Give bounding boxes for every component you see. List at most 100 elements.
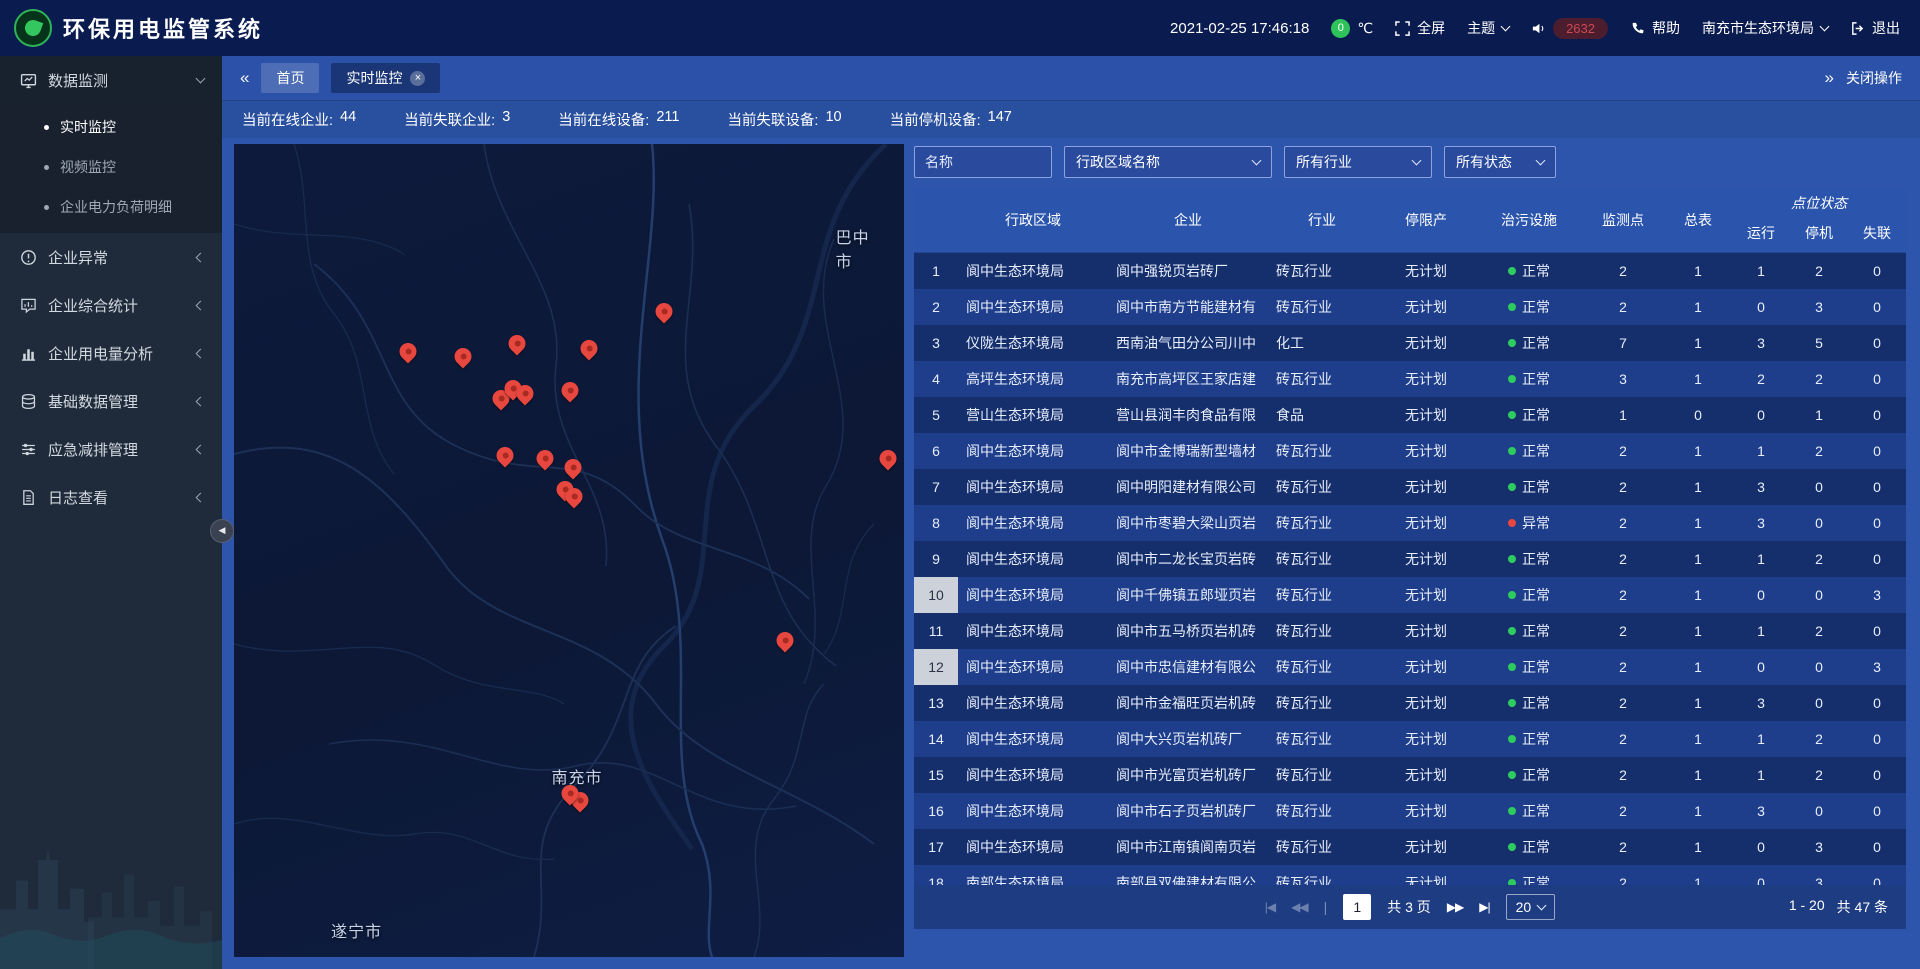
cell-monitor-points: 2	[1582, 793, 1664, 829]
cell-stop-count: 0	[1790, 649, 1848, 685]
cell-total-meters: 1	[1664, 721, 1732, 757]
col-point-status-group-header: 点位状态	[1732, 188, 1906, 214]
cell-industry: 砖瓦行业	[1268, 433, 1376, 469]
sidebar-group-label: 企业异常	[48, 247, 186, 268]
table-row[interactable]: 9阆中生态环境局阆中市二龙长宝页岩砖砖瓦行业无计划正常21120	[914, 541, 1906, 577]
cell-limit-production: 无计划	[1376, 865, 1476, 885]
cell-monitor-points: 2	[1582, 505, 1664, 541]
table-row[interactable]: 18南部生态环境局南部县双佛建材有限公砖瓦行业无计划正常21030	[914, 865, 1906, 885]
col-lost-header: 失联	[1848, 214, 1906, 252]
cell-monitor-points: 2	[1582, 829, 1664, 865]
table-row[interactable]: 16阆中生态环境局阆中市石子页岩机砖厂砖瓦行业无计划正常21300	[914, 793, 1906, 829]
table-row[interactable]: 7阆中生态环境局阆中明阳建材有限公司砖瓦行业无计划正常21300	[914, 469, 1906, 505]
close-tab-icon[interactable]: ×	[410, 71, 425, 86]
page-size-value: 20	[1516, 899, 1532, 915]
cell-pollution-facility: 正常	[1476, 685, 1582, 721]
table-row[interactable]: 11阆中生态环境局阆中市五马桥页岩机砖砖瓦行业无计划正常21120	[914, 613, 1906, 649]
sidebar-group-2[interactable]: 企业综合统计	[0, 281, 222, 329]
bullet-icon	[44, 125, 49, 130]
industry-filter-select[interactable]: 所有行业	[1284, 146, 1432, 178]
sidebar-item-0-2[interactable]: 企业电力负荷明细	[0, 187, 222, 227]
prev-page-button[interactable]: ◀◀	[1291, 900, 1307, 914]
status-filter-select[interactable]: 所有状态	[1444, 146, 1556, 178]
cell-total-meters: 1	[1664, 469, 1732, 505]
sidebar-group-0[interactable]: 数据监测	[0, 56, 222, 104]
region-filter-select[interactable]: 行政区域名称	[1064, 146, 1272, 178]
table-row[interactable]: 10阆中生态环境局阆中千佛镇五郎垭页岩砖瓦行业无计划正常21003	[914, 577, 1906, 613]
main-area: 数据监测实时监控视频监控企业电力负荷明细企业异常企业综合统计企业用电量分析基础数…	[0, 56, 1920, 969]
table-row[interactable]: 13阆中生态环境局阆中市金福旺页岩机砖砖瓦行业无计划正常21300	[914, 685, 1906, 721]
table-row[interactable]: 6阆中生态环境局阆中市金博瑞新型墙材砖瓦行业无计划正常21120	[914, 433, 1906, 469]
sidebar-group-5[interactable]: 应急减排管理	[0, 425, 222, 473]
tab-home[interactable]: 首页	[261, 63, 319, 93]
first-page-button[interactable]: |◀	[1265, 900, 1275, 914]
cell-industry: 砖瓦行业	[1268, 613, 1376, 649]
status-ok-icon	[1508, 627, 1516, 635]
table-row[interactable]: 3仪陇生态环境局西南油气田分公司川中化工无计划正常71350	[914, 325, 1906, 361]
help-button[interactable]: 帮助	[1630, 18, 1680, 38]
col-limit-header: 停限产	[1376, 188, 1476, 252]
table-row[interactable]: 5营山生态环境局营山县润丰肉食品有限食品无计划正常10010	[914, 397, 1906, 433]
theme-label: 主题	[1467, 18, 1495, 38]
fullscreen-button[interactable]: 全屏	[1395, 18, 1445, 38]
table-row[interactable]: 15阆中生态环境局阆中市光富页岩机砖厂砖瓦行业无计划正常21120	[914, 757, 1906, 793]
cell-lost-count: 0	[1848, 433, 1906, 469]
stat-item-3: 当前失联设备:10	[727, 109, 841, 130]
cell-total-meters: 1	[1664, 757, 1732, 793]
cell-pollution-facility: 正常	[1476, 613, 1582, 649]
cell-index: 5	[914, 397, 958, 433]
cell-pollution-facility: 正常	[1476, 253, 1582, 289]
cell-monitor-points: 2	[1582, 757, 1664, 793]
alarm-indicator[interactable]: 2632	[1531, 18, 1608, 39]
cell-total-meters: 1	[1664, 577, 1732, 613]
table-row[interactable]: 12阆中生态环境局阆中市忠信建材有限公砖瓦行业无计划正常21003	[914, 649, 1906, 685]
cell-region: 南部生态环境局	[958, 865, 1108, 885]
sidebar-group-4[interactable]: 基础数据管理	[0, 377, 222, 425]
page-size-select[interactable]: 20	[1506, 894, 1556, 920]
next-page-button[interactable]: ▶▶	[1447, 900, 1463, 914]
table-row[interactable]: 4高坪生态环境局南充市高坪区王家店建砖瓦行业无计划正常31220	[914, 361, 1906, 397]
sidebar-group-3[interactable]: 企业用电量分析	[0, 329, 222, 377]
cell-limit-production: 无计划	[1376, 433, 1476, 469]
sidebar-group-6[interactable]: 日志查看	[0, 473, 222, 521]
sidebar-item-0-1[interactable]: 视频监控	[0, 147, 222, 187]
scroll-tabs-right-icon[interactable]: »	[1825, 68, 1834, 88]
status-ok-icon	[1508, 591, 1516, 599]
status-ok-icon	[1508, 555, 1516, 563]
table-row[interactable]: 14阆中生态环境局阆中大兴页岩机砖厂砖瓦行业无计划正常21120	[914, 721, 1906, 757]
cell-company: 阆中明阳建材有限公司	[1108, 469, 1268, 505]
cell-lost-count: 0	[1848, 721, 1906, 757]
last-page-button[interactable]: ▶|	[1479, 900, 1489, 914]
scroll-tabs-left-icon[interactable]: «	[240, 68, 249, 88]
cell-lost-count: 0	[1848, 361, 1906, 397]
close-operations-button[interactable]: 关闭操作	[1846, 68, 1902, 88]
sidebar-menu: 数据监测实时监控视频监控企业电力负荷明细企业异常企业综合统计企业用电量分析基础数…	[0, 56, 222, 521]
cell-pollution-facility: 正常	[1476, 433, 1582, 469]
cell-region: 阆中生态环境局	[958, 649, 1108, 685]
table-row[interactable]: 8阆中生态环境局阆中市枣碧大梁山页岩砖瓦行业无计划异常21300	[914, 505, 1906, 541]
cell-total-meters: 1	[1664, 433, 1732, 469]
org-dropdown[interactable]: 南充市生态环境局	[1702, 18, 1828, 38]
app-title: 环保用电监管系统	[63, 12, 263, 44]
table-row[interactable]: 1阆中生态环境局阆中强锐页岩砖厂砖瓦行业无计划正常21120	[914, 253, 1906, 289]
logout-button[interactable]: 退出	[1850, 18, 1900, 38]
sidebar-group-1[interactable]: 企业异常	[0, 233, 222, 281]
cell-limit-production: 无计划	[1376, 649, 1476, 685]
stat-item-0: 当前在线企业:44	[242, 109, 356, 130]
cell-run-count: 1	[1732, 433, 1790, 469]
sidebar-collapse-button[interactable]: ◀	[210, 519, 234, 543]
sidebar-item-0-0[interactable]: 实时监控	[0, 107, 222, 147]
tab-realtime-monitor[interactable]: 实时监控 ×	[331, 63, 440, 93]
alarm-count-badge[interactable]: 2632	[1553, 18, 1608, 39]
table-row[interactable]: 17阆中生态环境局阆中市江南镇阆南页岩砖瓦行业无计划正常21030	[914, 829, 1906, 865]
page-number-input[interactable]: 1	[1343, 894, 1371, 920]
chevron-down-icon	[1412, 155, 1422, 165]
table-body: 1阆中生态环境局阆中强锐页岩砖厂砖瓦行业无计划正常211202阆中生态环境局阆中…	[914, 253, 1906, 885]
theme-dropdown[interactable]: 主题	[1467, 18, 1509, 38]
cell-company: 阆中市南方节能建材有	[1108, 289, 1268, 325]
map-panel[interactable]: 巴中市南充市遂宁市	[234, 144, 904, 957]
table-row[interactable]: 2阆中生态环境局阆中市南方节能建材有砖瓦行业无计划正常21030	[914, 289, 1906, 325]
chevron-left-icon	[196, 444, 206, 454]
name-filter-input[interactable]	[914, 146, 1052, 178]
cell-stop-count: 2	[1790, 613, 1848, 649]
